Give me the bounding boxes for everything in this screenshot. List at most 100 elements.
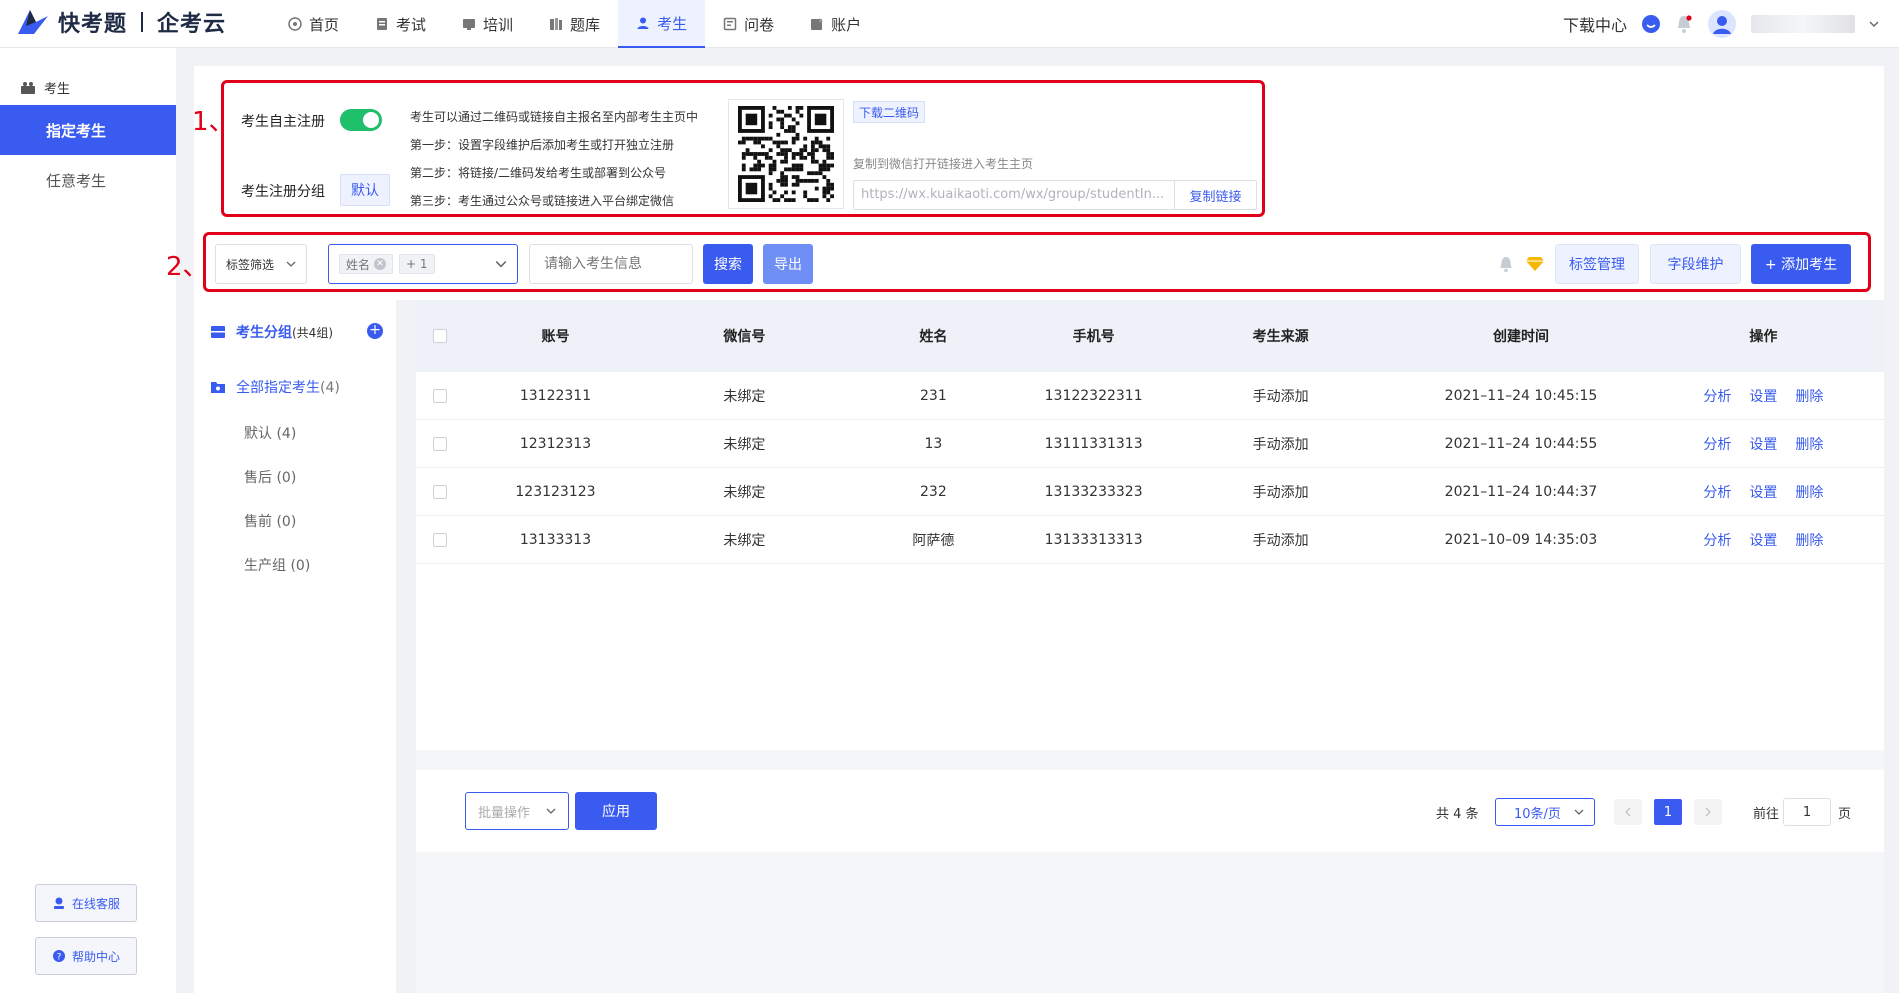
avatar[interactable] [1707,9,1737,39]
header-right: 下载中心 [1563,0,1879,48]
help-center-button[interactable]: ? 帮助中心 [35,937,137,975]
goto-page-input[interactable] [1783,798,1831,826]
add-student-button[interactable]: + 添加考生 [1751,244,1851,284]
group-title-label: 考生分组 [236,325,292,341]
group-item-after-sales[interactable]: 售后 (0) [244,467,296,487]
sidebar-item-designated-students[interactable]: 指定考生 [0,105,176,155]
copy-link-hint: 复制到微信打开链接进入考生主页 [853,157,1034,171]
group-all-students[interactable]: 全部指定考生(4) [210,377,340,397]
cell-account: 123123123 [515,483,596,500]
cell-ops: 分析 设置 删除 [1643,482,1884,502]
row-checkbox[interactable] [432,484,447,499]
group-all-label: 全部指定考生 [236,380,320,396]
brand-logo[interactable]: 快考题 企考云 [16,6,226,38]
field-maintain-button[interactable]: 字段维护 [1650,244,1741,284]
brand-divider [141,12,144,32]
analyze-link[interactable]: 分析 [1703,482,1731,502]
tag-manage-button[interactable]: 标签管理 [1555,244,1639,284]
add-group-icon[interactable]: + [367,323,383,339]
prev-page-button[interactable] [1614,799,1642,825]
apply-button[interactable]: 应用 [575,792,657,830]
search-button[interactable]: 搜索 [703,244,753,284]
nav-item-question-bank[interactable]: 题库 [531,0,618,48]
search-input[interactable] [529,244,693,284]
register-link-input[interactable] [854,181,1174,209]
nav-item-training[interactable]: 培训 [444,0,531,48]
survey-icon [723,17,737,31]
select-all-checkbox[interactable] [432,329,447,343]
nav-item-survey[interactable]: 问卷 [705,0,792,48]
table-empty-area [416,565,1884,770]
notification-bell-icon[interactable] [1675,14,1693,34]
bell-icon[interactable] [1498,255,1514,273]
cell-phone: 13133313313 [1044,531,1143,548]
svg-text:?: ? [57,953,62,963]
tag-filter-label: 标签筛选 [226,257,275,272]
tag-filter-select[interactable]: 标签筛选 [215,244,307,284]
settings-link[interactable]: 设置 [1749,482,1777,502]
group-item-production[interactable]: 生产组 (0) [244,555,310,575]
top-header: 快考题 企考云 首页 考试 培训 题库 考生 问卷 账户 下载中心 [0,0,1899,48]
nav-item-account[interactable]: 账户 [792,0,879,48]
chevron-down-icon [495,261,507,268]
register-group-label: 考生注册分组 [241,184,325,200]
settings-link[interactable]: 设置 [1749,434,1777,454]
export-button[interactable]: 导出 [763,244,813,284]
nav-item-exam[interactable]: 考试 [357,0,444,48]
group-item-pre-sales[interactable]: 售前 (0) [244,511,296,531]
row-checkbox[interactable] [432,436,447,451]
cell-source: 手动添加 [1252,436,1309,453]
chevron-left-icon [1625,807,1631,817]
analyze-link[interactable]: 分析 [1703,386,1731,406]
next-page-button[interactable] [1694,799,1722,825]
chat-icon[interactable] [1641,14,1661,34]
field-chip: 姓名 ✕ [339,254,394,274]
self-register-toggle[interactable] [340,109,382,131]
online-service-label: 在线客服 [71,896,120,911]
main-nav: 首页 考试 培训 题库 考生 问卷 账户 [270,0,879,48]
copy-link-button[interactable]: 复制链接 [1174,181,1256,209]
group-item-default[interactable]: 默认 (4) [244,423,296,443]
register-group-value[interactable]: 默认 [340,174,390,206]
sidebar-item-any-students[interactable]: 任意考生 [0,155,176,205]
settings-link[interactable]: 设置 [1749,530,1777,550]
col-created: 创建时间 [1492,329,1549,345]
batch-action-select[interactable]: 批量操作 [465,792,569,830]
analyze-link[interactable]: 分析 [1703,434,1731,454]
user-name-redacted[interactable] [1751,15,1855,33]
folder-icon [211,382,225,393]
cell-ops: 分析 设置 删除 [1643,530,1884,550]
nav-label: 问卷 [744,15,775,34]
online-service-button[interactable]: 在线客服 [35,884,137,922]
cell-ops: 分析 设置 删除 [1643,386,1884,406]
chevron-down-icon[interactable] [1869,19,1879,29]
help-icon: ? [52,950,65,963]
row-checkbox[interactable] [432,388,447,403]
nav-item-students[interactable]: 考生 [618,0,706,48]
download-qr-button[interactable]: 下载二维码 [853,101,926,123]
delete-link[interactable]: 删除 [1795,434,1823,454]
table-row: 13133313 未绑定 阿萨德 13133313313 手动添加 2021–1… [416,516,1884,564]
close-icon[interactable]: ✕ [374,258,387,270]
settings-link[interactable]: 设置 [1749,386,1777,406]
search-field-select[interactable]: 姓名 ✕ + 1 [328,244,518,284]
page-size-select[interactable]: 10条/页 [1495,798,1595,826]
cell-ops: 分析 设置 删除 [1643,434,1884,454]
row-checkbox[interactable] [432,532,447,547]
field-more-chip: + 1 [399,254,435,274]
nav-item-home[interactable]: 首页 [270,0,357,48]
bottom-divider [416,852,1884,993]
exam-icon [377,18,388,30]
delete-link[interactable]: 删除 [1795,386,1823,406]
download-center-link[interactable]: 下载中心 [1563,12,1627,36]
goto-suffix: 页 [1838,807,1852,822]
delete-link[interactable]: 删除 [1795,482,1823,502]
nav-label: 考试 [396,15,427,34]
delete-link[interactable]: 删除 [1795,530,1823,550]
page-number-current[interactable]: 1 [1654,799,1682,825]
brand-name: 快考题 [58,12,128,37]
nav-label: 首页 [309,15,340,34]
register-steps: 考生可以通过二维码或链接自主报名至内部考生主页中 第一步：设置字段维护后添加考生… [410,103,698,215]
analyze-link[interactable]: 分析 [1703,530,1731,550]
diamond-icon[interactable] [1525,256,1545,272]
